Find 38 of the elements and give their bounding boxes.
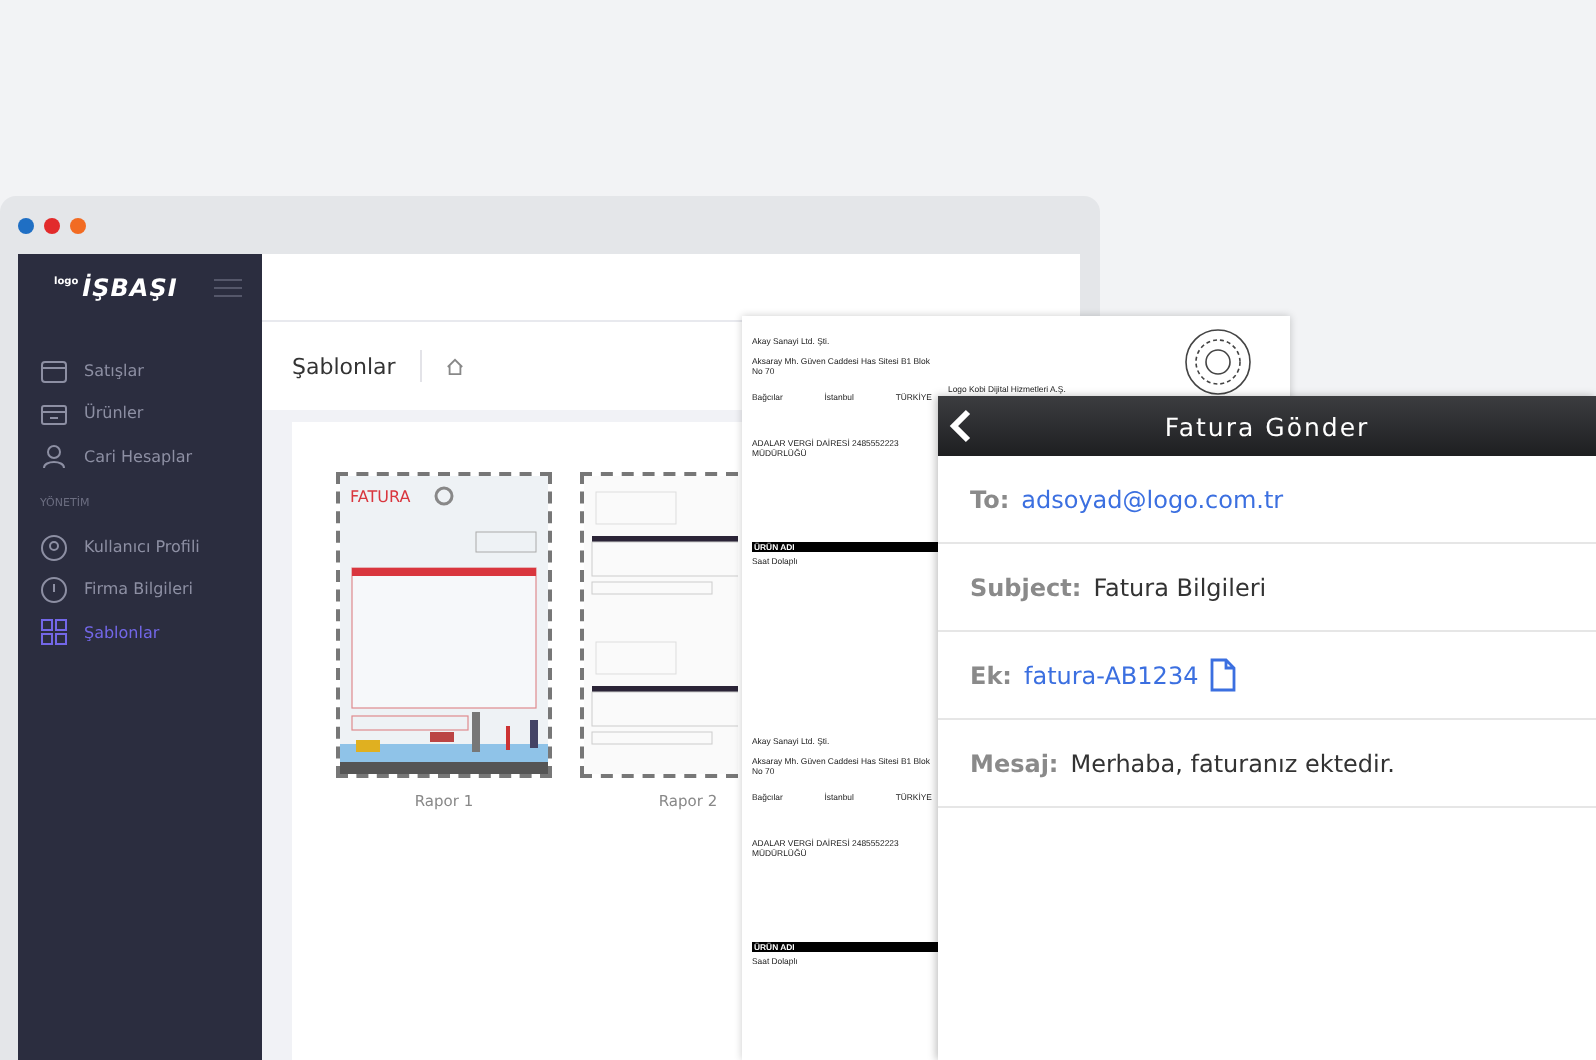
- back-icon[interactable]: [948, 408, 972, 444]
- sidebar-item[interactable]: Ürünler: [18, 392, 262, 436]
- field-label: Mesaj:: [970, 749, 1059, 777]
- field-value: Merhaba, faturanız ektedir.: [1070, 749, 1395, 777]
- sidebar-item[interactable]: Firma Bilgileri: [18, 568, 262, 611]
- window-dot[interactable]: [44, 217, 60, 233]
- calendar-icon: [40, 357, 68, 386]
- sidebar-label: Kullanıcı Profili: [84, 538, 200, 557]
- box-icon: [40, 399, 68, 428]
- user-icon: [40, 442, 68, 471]
- sidebar-item[interactable]: Şablonlar: [18, 610, 262, 654]
- home-icon[interactable]: [445, 357, 464, 375]
- window-dot[interactable]: [70, 217, 86, 233]
- attachment-link[interactable]: fatura-AB1234: [1023, 661, 1199, 689]
- sidebar-label: Şablonlar: [84, 623, 160, 642]
- field-value: Fatura Bilgileri: [1093, 573, 1267, 601]
- email-link[interactable]: adsoyad@logo.com.tr: [1021, 485, 1284, 513]
- field-label: To:: [970, 485, 1010, 513]
- screen-title: Fatura Gönder: [1164, 411, 1370, 441]
- window-dot[interactable]: [18, 217, 34, 233]
- file-icon[interactable]: [1210, 658, 1237, 692]
- grid-icon: [40, 618, 68, 647]
- sidebar-item[interactable]: Kullanıcı Profili: [18, 525, 262, 569]
- profile-icon: [40, 533, 68, 562]
- logo: İŞBAŞI: [82, 273, 178, 301]
- sidebar-label: Ürünler: [84, 404, 144, 423]
- sidebar-item[interactable]: Cari Hesaplar: [18, 435, 262, 478]
- sidebar-label: Satışlar: [84, 362, 144, 381]
- stamp-icon: [1184, 328, 1252, 396]
- template-thumbnail[interactable]: FATURA: [336, 472, 552, 778]
- sidebar-item[interactable]: Satışlar: [18, 350, 262, 393]
- sidebar-label: Firma Bilgileri: [84, 580, 194, 599]
- field-label: Subject:: [970, 573, 1082, 601]
- info-icon: [40, 575, 68, 604]
- field-label: Ek:: [970, 661, 1012, 689]
- page-title: Şablonlar: [292, 353, 396, 379]
- sidebar-label: Cari Hesaplar: [84, 447, 193, 466]
- invoice-heading: FATURA: [350, 488, 411, 506]
